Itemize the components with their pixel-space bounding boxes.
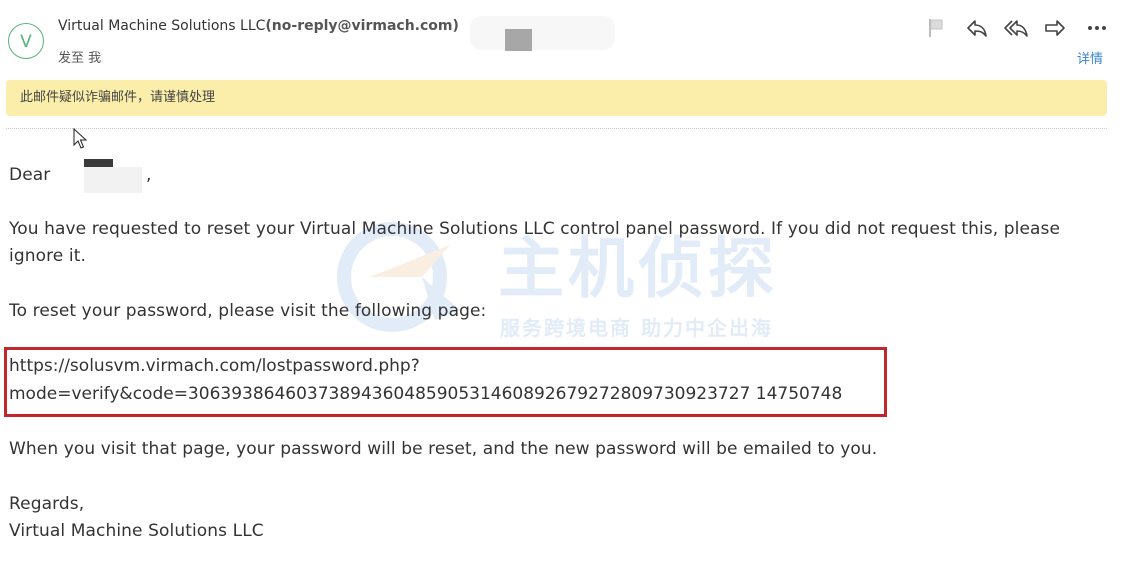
sender-avatar: V: [8, 23, 44, 59]
paragraph-2: To reset your password, please visit the…: [9, 301, 487, 321]
sender-line: Virtual Machine Solutions LLC(no-reply@v…: [58, 18, 459, 34]
watermark-subtitle: 服务跨境电商 助力中企出海: [500, 316, 773, 340]
redaction-blur: [470, 16, 615, 50]
signature: Virtual Machine Solutions LLC: [9, 521, 264, 541]
sender-name[interactable]: Virtual Machine Solutions LLC: [58, 18, 265, 34]
header-divider: [6, 128, 1107, 129]
sender-email[interactable]: (no-reply@virmach.com): [265, 18, 459, 34]
reply-all-icon[interactable]: [1004, 16, 1028, 40]
reset-link-line-1[interactable]: https://solusvm.virmach.com/lostpassword…: [9, 356, 420, 376]
details-link[interactable]: 详情: [1077, 48, 1103, 67]
fraud-warning-banner: 此邮件疑似诈骗邮件，请谨慎处理: [6, 80, 1107, 116]
reply-icon[interactable]: [965, 16, 989, 40]
reset-link-line-2[interactable]: mode=verify&code=30639386460373894360485…: [9, 384, 842, 404]
greeting-comma: ,: [146, 165, 152, 185]
forward-icon[interactable]: [1043, 16, 1067, 40]
fraud-warning-text: 此邮件疑似诈骗邮件，请谨慎处理: [20, 90, 216, 105]
redaction-block: [505, 29, 532, 51]
paragraph-1-line-1: You have requested to reset your Virtual…: [9, 219, 1061, 239]
more-icon[interactable]: [1085, 16, 1109, 40]
flag-icon[interactable]: [925, 16, 949, 40]
paragraph-3: When you visit that page, your password …: [9, 439, 878, 459]
redaction-block: [84, 159, 113, 167]
paragraph-1-line-2: ignore it.: [9, 246, 86, 266]
email-header: V Virtual Machine Solutions LLC(no-reply…: [0, 0, 1126, 76]
redaction-blur: [84, 167, 142, 193]
greeting: Dear: [9, 165, 51, 185]
regards: Regards,: [9, 494, 85, 514]
recipient-line: 发至 我: [58, 51, 102, 66]
mouse-cursor-icon: [73, 127, 89, 150]
